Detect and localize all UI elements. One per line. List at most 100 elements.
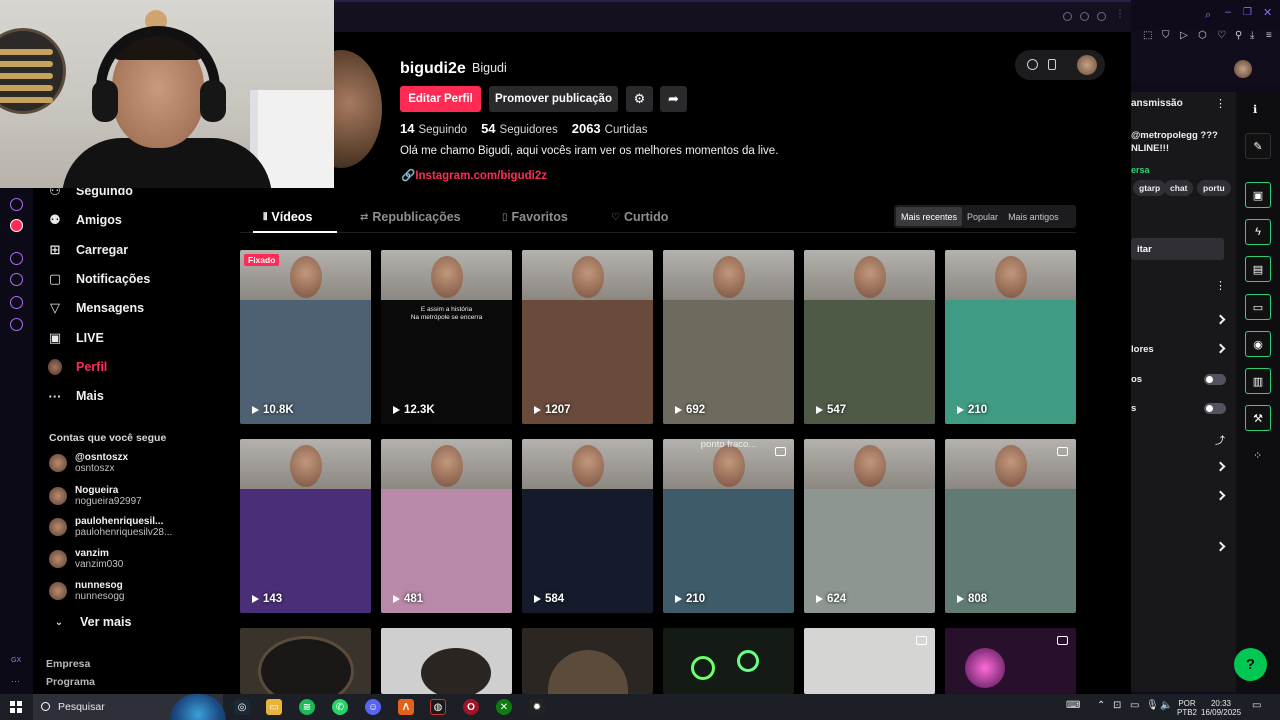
nav-more[interactable]: ··· Mais: [48, 385, 104, 407]
spotify-icon[interactable]: ≋: [299, 699, 315, 715]
following-account[interactable]: paulohenriquesil... paulohenriquesilv28..…: [49, 516, 172, 538]
player-icon[interactable]: ▷: [1180, 30, 1188, 41]
stream-category[interactable]: ersa: [1131, 165, 1150, 175]
app-icon[interactable]: ◍: [430, 699, 446, 715]
download-icon[interactable]: ⤓: [1250, 30, 1254, 41]
video-tile[interactable]: 547: [804, 250, 935, 424]
xbox-icon[interactable]: ✕: [496, 699, 512, 715]
printer-icon[interactable]: ▥: [1245, 368, 1271, 394]
nav-profile[interactable]: Perfil: [48, 356, 107, 378]
lightning-icon[interactable]: ϟ: [1245, 219, 1271, 245]
tag-chip[interactable]: chat: [1164, 180, 1194, 196]
tag-chip[interactable]: gtarp: [1133, 180, 1167, 196]
pencil-icon[interactable]: ✎: [1245, 133, 1271, 159]
share-icon[interactable]: ➦: [660, 86, 687, 112]
tag-chip[interactable]: portu: [1197, 180, 1231, 196]
sort-oldest[interactable]: Mais antigos: [1003, 207, 1064, 226]
sort-recent[interactable]: Mais recentes: [896, 207, 963, 226]
restore-icon[interactable]: ❐: [1243, 7, 1252, 18]
nav-messages[interactable]: ▽ Mensagens: [48, 297, 144, 319]
chevron-right-icon[interactable]: [1215, 314, 1226, 325]
compass-icon[interactable]: [1027, 59, 1038, 70]
camera-icon[interactable]: [1063, 12, 1072, 21]
close-icon[interactable]: ✕: [1263, 6, 1272, 19]
menu-icon[interactable]: ⋮: [1215, 97, 1226, 110]
user-avatar[interactable]: [1234, 60, 1252, 78]
video-tile[interactable]: [240, 628, 371, 694]
broadcast-icon[interactable]: ◉: [1245, 331, 1271, 357]
chevron-right-icon[interactable]: [1215, 461, 1226, 472]
cube-icon[interactable]: ⬡: [1198, 30, 1207, 41]
following-stat[interactable]: 14 Seguindo: [400, 121, 467, 136]
whatsapp-icon[interactable]: ✆: [332, 699, 348, 715]
see-more-button[interactable]: ⌄ Ver mais: [52, 611, 132, 633]
video-tile[interactable]: 692: [663, 250, 794, 424]
language-indicator[interactable]: POR PTB2: [1177, 699, 1197, 717]
video-tile[interactable]: 481: [381, 439, 512, 613]
footer-company[interactable]: Empresa: [46, 658, 90, 670]
tray-chevron-icon[interactable]: ⌃: [1097, 700, 1105, 711]
chat-icon[interactable]: ▭: [1245, 294, 1271, 320]
video-tile[interactable]: Fixado 10.8K: [240, 250, 371, 424]
chevron-right-icon[interactable]: [1215, 490, 1226, 501]
cube-icon[interactable]: [10, 296, 23, 309]
following-account[interactable]: Nogueira nogueira92997: [49, 485, 142, 507]
video-tile[interactable]: 143: [240, 439, 371, 613]
following-account[interactable]: nunnesog nunnesogg: [49, 580, 125, 602]
user-avatar[interactable]: [1077, 55, 1097, 75]
video-tile[interactable]: ponto fraco... 210: [663, 439, 794, 613]
followers-stat[interactable]: 54 Seguidores: [481, 121, 558, 136]
tray-icon[interactable]: ⊡: [1113, 700, 1121, 711]
info-icon[interactable]: ℹ: [1253, 103, 1257, 116]
nav-upload[interactable]: ⊞ Carregar: [48, 239, 129, 261]
apps-icon[interactable]: ⁘: [1253, 449, 1262, 462]
promote-button[interactable]: Promover publicação: [489, 86, 618, 112]
panel-row[interactable]: lores: [1131, 344, 1154, 355]
chevron-right-icon[interactable]: [1215, 343, 1226, 354]
video-tile[interactable]: 584: [522, 439, 653, 613]
instagram-icon[interactable]: [10, 198, 23, 211]
tiktok-icon[interactable]: [10, 219, 23, 232]
shield-icon[interactable]: ⛉: [1162, 30, 1170, 41]
keyboard-icon[interactable]: ⌨: [1066, 700, 1080, 711]
following-account[interactable]: @osntoszx osntoszx: [49, 452, 128, 474]
speaker-icon[interactable]: 🔈: [1160, 700, 1172, 711]
notification-icon[interactable]: ▭: [1252, 700, 1261, 711]
toggle-switch[interactable]: [1204, 374, 1226, 385]
edit-profile-button[interactable]: Editar Perfil: [400, 86, 481, 112]
settings-icon[interactable]: [10, 318, 23, 331]
nav-friends[interactable]: ⚉ Amigos: [48, 209, 122, 231]
nav-notifications[interactable]: ▢ Notificações: [48, 268, 151, 290]
network-icon[interactable]: ▭: [1130, 700, 1139, 711]
video-tile[interactable]: 210: [945, 250, 1076, 424]
profile-icon[interactable]: ⚲: [1235, 30, 1242, 41]
search-icon[interactable]: ⌕: [1205, 9, 1211, 22]
steam-icon[interactable]: ◎: [234, 699, 250, 715]
clock[interactable]: 20:33 16/09/2025: [1201, 699, 1241, 717]
video-tile[interactable]: E assim a história Na metrópole se encer…: [381, 250, 512, 424]
discord-icon[interactable]: ☺: [365, 699, 381, 715]
windows-start-icon[interactable]: [10, 701, 22, 713]
opera-gx-icon[interactable]: O: [463, 699, 479, 715]
footer-program[interactable]: Programa: [46, 676, 95, 688]
more-icon[interactable]: ···: [11, 676, 20, 686]
edit-stream-button[interactable]: itar: [1131, 238, 1224, 260]
play-icon[interactable]: [10, 252, 23, 265]
tab-videos[interactable]: ⦀ Vídeos: [263, 210, 312, 224]
chart-icon[interactable]: ⤴: [1215, 432, 1225, 447]
app-icon[interactable]: Λ: [398, 699, 414, 715]
video-tile[interactable]: [945, 628, 1076, 694]
video-tile[interactable]: 808: [945, 439, 1076, 613]
app-icon[interactable]: ✹: [529, 699, 545, 715]
chevron-right-icon[interactable]: [1215, 541, 1226, 552]
toggle-switch[interactable]: [1204, 403, 1226, 414]
video-tile[interactable]: [522, 628, 653, 694]
video-tile[interactable]: [804, 628, 935, 694]
reload-icon[interactable]: [1080, 12, 1089, 21]
folder-icon[interactable]: ▭: [266, 699, 282, 715]
menu-icon[interactable]: ⋮: [1215, 279, 1226, 292]
phone-icon[interactable]: [1048, 59, 1056, 70]
video-tile[interactable]: 624: [804, 439, 935, 613]
settings-icon[interactable]: ⚙: [626, 86, 653, 112]
help-icon[interactable]: ?: [1234, 648, 1267, 681]
